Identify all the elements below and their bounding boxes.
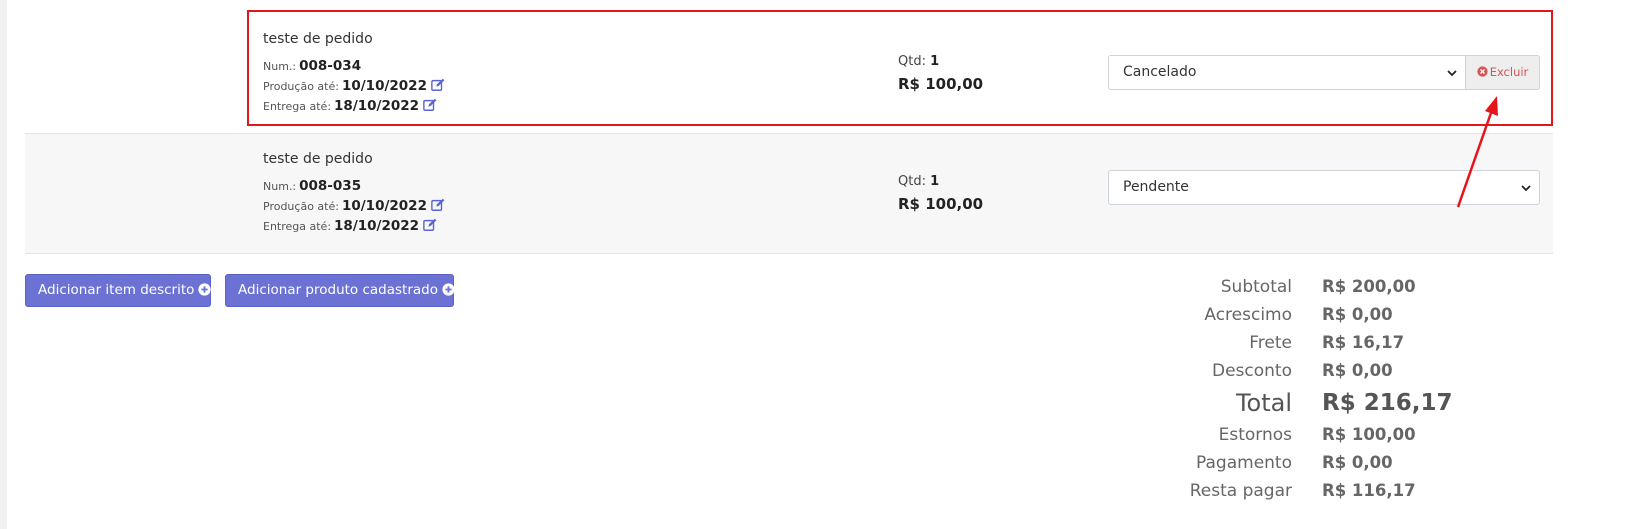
summary-value: R$ 216,17 — [1322, 390, 1453, 416]
item-title: teste de pedido — [263, 151, 373, 167]
qty-value: 1 — [930, 54, 940, 69]
summary-frete: Frete R$ 16,17 — [1150, 329, 1570, 357]
qty-label: Qtd: — [898, 174, 926, 189]
edit-icon[interactable] — [423, 98, 437, 112]
delete-button[interactable]: Excluir — [1466, 55, 1540, 90]
summary-value: R$ 100,00 — [1322, 425, 1416, 444]
order-summary: Subtotal R$ 200,00 Acrescimo R$ 0,00 Fre… — [1150, 273, 1570, 505]
item-title: teste de pedido — [263, 31, 373, 47]
status-value: Pendente — [1123, 179, 1189, 195]
item-number: Num.: 008-034 — [263, 56, 445, 76]
item-info: teste de pedido Num.: 008-034 Produção at… — [263, 31, 445, 116]
production-label: Produção até: — [263, 80, 339, 93]
summary-desconto: Desconto R$ 0,00 — [1150, 357, 1570, 385]
plus-circle-icon — [442, 283, 455, 296]
production-date: Produção até: 10/10/2022 — [263, 196, 445, 216]
item-info: teste de pedido Num.: 008-035 Produção at… — [263, 151, 445, 236]
quantity: Qtd: 1 — [898, 54, 983, 70]
edit-icon[interactable] — [431, 198, 445, 212]
num-label: Num.: — [263, 60, 297, 73]
production-label: Produção até: — [263, 200, 339, 213]
chevron-down-icon — [1521, 185, 1531, 192]
qty-value: 1 — [930, 174, 940, 189]
delivery-label: Entrega até: — [263, 220, 332, 233]
summary-estornos: Estornos R$ 100,00 — [1150, 421, 1570, 449]
summary-value: R$ 0,00 — [1322, 453, 1393, 472]
times-circle-icon — [1477, 66, 1488, 77]
num-label: Num.: — [263, 180, 297, 193]
summary-label: Resta pagar — [1189, 481, 1292, 501]
summary-subtotal: Subtotal R$ 200,00 — [1150, 273, 1570, 301]
summary-value: R$ 116,17 — [1322, 481, 1416, 500]
summary-label: Pagamento — [1196, 453, 1292, 473]
summary-label: Acrescimo — [1204, 305, 1292, 325]
delivery-date: Entrega até: 18/10/2022 — [263, 216, 445, 236]
summary-total: Total R$ 216,17 — [1150, 385, 1570, 421]
delivery-value: 18/10/2022 — [334, 98, 420, 114]
production-date: Produção até: 10/10/2022 — [263, 76, 445, 96]
edit-icon[interactable] — [423, 218, 437, 232]
add-registered-label: Adicionar produto cadastrado — [238, 282, 438, 298]
qty-price: Qtd: 1 R$ 100,00 — [898, 54, 983, 93]
order-item-row: teste de pedido Num.: 008-035 Produção at… — [25, 134, 1553, 254]
summary-label: Frete — [1249, 333, 1292, 353]
status-select[interactable]: Cancelado — [1108, 55, 1466, 90]
delivery-value: 18/10/2022 — [334, 218, 420, 234]
quantity: Qtd: 1 — [898, 174, 983, 190]
item-number: Num.: 008-035 — [263, 176, 445, 196]
summary-label: Subtotal — [1220, 277, 1292, 297]
summary-value: R$ 0,00 — [1322, 305, 1393, 324]
item-price: R$ 100,00 — [898, 75, 984, 93]
summary-pagamento: Pagamento R$ 0,00 — [1150, 449, 1570, 477]
edit-icon[interactable] — [431, 78, 445, 92]
num-value: 008-034 — [299, 58, 362, 74]
summary-acrescimo: Acrescimo R$ 0,00 — [1150, 301, 1570, 329]
summary-label: Desconto — [1212, 361, 1292, 381]
delete-label: Excluir — [1489, 65, 1529, 79]
add-described-label: Adicionar item descrito — [38, 282, 195, 298]
plus-circle-icon — [198, 283, 212, 296]
qty-price: Qtd: 1 R$ 100,00 — [898, 174, 983, 213]
order-item-row: teste de pedido Num.: 008-034 Produção at… — [25, 0, 1553, 134]
summary-value: R$ 0,00 — [1322, 361, 1393, 380]
summary-value: R$ 16,17 — [1322, 333, 1405, 352]
status-select[interactable]: Pendente — [1108, 170, 1540, 205]
summary-label: Estornos — [1218, 425, 1292, 445]
left-border — [0, 0, 7, 529]
summary-resta-pagar: Resta pagar R$ 116,17 — [1150, 477, 1570, 505]
item-price: R$ 100,00 — [898, 195, 984, 213]
num-value: 008-035 — [299, 178, 362, 194]
chevron-down-icon — [1447, 70, 1457, 77]
summary-label: Total — [1235, 389, 1292, 417]
production-value: 10/10/2022 — [341, 78, 427, 94]
qty-label: Qtd: — [898, 54, 926, 69]
status-value: Cancelado — [1123, 64, 1197, 80]
production-value: 10/10/2022 — [341, 198, 427, 214]
add-registered-product-button[interactable]: Adicionar produto cadastrado — [225, 274, 455, 307]
delivery-date: Entrega até: 18/10/2022 — [263, 96, 445, 116]
add-described-item-button[interactable]: Adicionar item descrito — [25, 274, 212, 307]
summary-value: R$ 200,00 — [1322, 277, 1416, 296]
delivery-label: Entrega até: — [263, 100, 332, 113]
